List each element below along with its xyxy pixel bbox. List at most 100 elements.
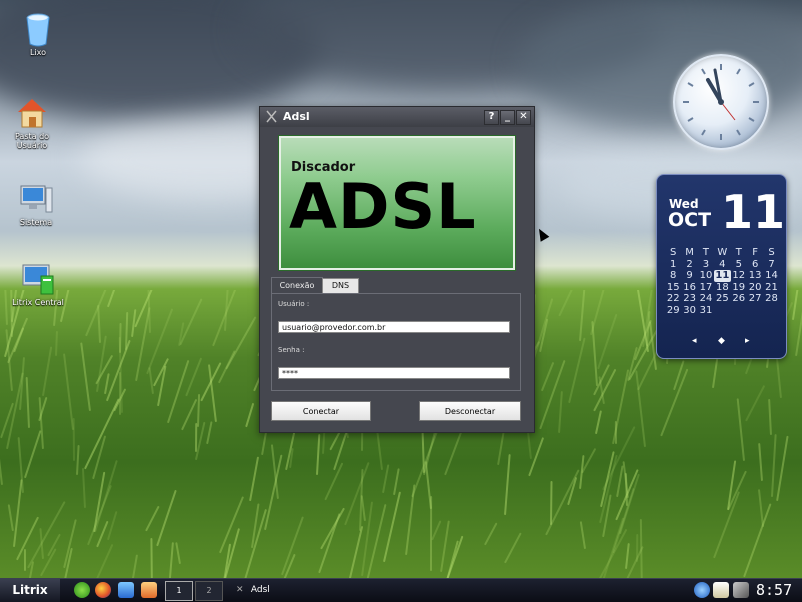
calendar-date[interactable]: 24 [698, 293, 714, 305]
calendar-date[interactable]: 23 [681, 293, 697, 305]
grass-blade [280, 515, 304, 575]
calendar-date[interactable]: 17 [698, 282, 714, 294]
calendar-date[interactable]: 5 [731, 259, 747, 271]
analog-clock-widget [673, 54, 769, 150]
calendar-date[interactable]: 30 [681, 305, 697, 317]
grass-blade [558, 390, 564, 434]
grass-blade [496, 428, 505, 466]
calendar-date[interactable]: 2 [681, 259, 697, 271]
desktop-icon-system[interactable]: Sistema [6, 182, 66, 227]
desktop-icon-label: Pasta do Usuário [14, 132, 50, 150]
calendar-date [714, 305, 730, 317]
calendar-date[interactable]: 16 [681, 282, 697, 294]
grass-blade [342, 526, 363, 578]
calendar-date[interactable]: 25 [714, 293, 730, 305]
grass-blade [589, 290, 611, 335]
calendar-date [731, 305, 747, 317]
taskbar-task-adsl[interactable]: ✕ Adsl [236, 581, 306, 599]
tray-clock[interactable]: 8:57 [756, 581, 800, 599]
calendar-date[interactable]: 15 [665, 282, 681, 294]
tools-tray-icon[interactable] [733, 582, 749, 598]
password-field[interactable]: **** [278, 367, 510, 379]
calendar-date[interactable]: 28 [763, 293, 779, 305]
calendar-date[interactable]: 13 [747, 270, 763, 282]
desktop-icon-user-folder[interactable]: Pasta do Usuário [2, 96, 62, 150]
messenger-icon[interactable] [118, 582, 134, 598]
calendar-date[interactable]: 20 [747, 282, 763, 294]
grass-blade [80, 342, 91, 412]
home-icon[interactable] [141, 582, 157, 598]
grass-blade [205, 421, 213, 445]
window-titlebar[interactable]: Adsl ? _ ✕ [260, 107, 534, 127]
grass-blade [430, 520, 442, 541]
calendar-date-today[interactable]: 11 [714, 270, 731, 282]
grass-blade [578, 290, 587, 342]
username-field[interactable]: usuario@provedor.com.br [278, 321, 510, 333]
grass-blade [392, 467, 400, 495]
home-folder-icon [15, 96, 49, 130]
start-menu-button[interactable]: Litrix [0, 579, 60, 602]
calendar-date[interactable]: 22 [665, 293, 681, 305]
grass-blade [439, 520, 450, 573]
calendar-date[interactable]: 29 [665, 305, 681, 317]
grass-blade [758, 489, 765, 527]
pager-desktop-1[interactable]: 1 [165, 581, 193, 601]
grass-blade [107, 290, 118, 307]
calendar-date[interactable]: 18 [714, 282, 730, 294]
grass-blade [87, 544, 114, 578]
calendar-date[interactable]: 9 [681, 270, 697, 282]
calendar-date[interactable]: 8 [665, 270, 681, 282]
task-label: Adsl [250, 585, 270, 595]
clipboard-tray-icon[interactable] [713, 582, 729, 598]
tab-conexao[interactable]: Conexão [271, 277, 323, 294]
firefox-icon[interactable] [95, 582, 111, 598]
grass-blade [129, 554, 139, 578]
network-tray-icon[interactable] [694, 582, 710, 598]
grass-blade [145, 505, 160, 532]
grass-blade [580, 521, 587, 550]
trash-icon [21, 12, 55, 47]
grass-blade [150, 538, 154, 578]
launcher-green-icon[interactable] [74, 582, 90, 598]
calendar-prev-icon[interactable]: ◂ [692, 336, 697, 346]
calendar-date[interactable]: 1 [665, 259, 681, 271]
calendar-header-cell: T [735, 247, 742, 258]
grass-blade [540, 361, 554, 391]
help-button[interactable]: ? [484, 110, 499, 125]
app-icon [265, 110, 278, 123]
calendar-date[interactable]: 26 [731, 293, 747, 305]
calendar-next-icon[interactable]: ▸ [745, 336, 750, 346]
pager-desktop-2[interactable]: 2 [195, 581, 223, 601]
banner-title: ADSL [289, 170, 477, 243]
calendar-header-cell: F [752, 247, 759, 258]
desktop-icon-trash[interactable]: Lixo [8, 12, 68, 57]
grass-blade [81, 467, 87, 509]
grass-blade [600, 451, 615, 508]
calendar-date[interactable]: 10 [698, 270, 714, 282]
calendar-date[interactable]: 4 [714, 259, 730, 271]
task-app-icon: ✕ [236, 585, 244, 595]
calendar-grid: S M T W T F S 1 2 3 4 5 6 7 8 9 10 11 12… [665, 247, 781, 316]
grass-blade [244, 402, 255, 428]
calendar-date[interactable]: 3 [698, 259, 714, 271]
calendar-date[interactable]: 14 [763, 270, 779, 282]
calendar-date[interactable]: 6 [747, 259, 763, 271]
grass-blade [148, 366, 155, 394]
calendar-date[interactable]: 31 [698, 305, 714, 317]
grass-blade [776, 435, 789, 502]
calendar-date[interactable]: 7 [763, 259, 779, 271]
calendar-date[interactable]: 21 [763, 282, 779, 294]
tab-dns[interactable]: DNS [322, 278, 359, 294]
desktop-icon-litrix-central[interactable]: Litrix Central [6, 262, 70, 307]
close-button[interactable]: ✕ [516, 110, 531, 125]
calendar-date[interactable]: 12 [731, 270, 747, 282]
calendar-today-icon[interactable]: ◆ [718, 336, 725, 346]
connect-button[interactable]: Conectar [271, 401, 371, 421]
calendar-date[interactable]: 19 [731, 282, 747, 294]
calendar-header-cell: M [685, 247, 694, 258]
grass-blade [624, 543, 630, 570]
calendar-date[interactable]: 27 [747, 293, 763, 305]
minimize-button[interactable]: _ [500, 110, 515, 125]
grass-blade [567, 337, 586, 404]
disconnect-button[interactable]: Desconectar [419, 401, 521, 421]
